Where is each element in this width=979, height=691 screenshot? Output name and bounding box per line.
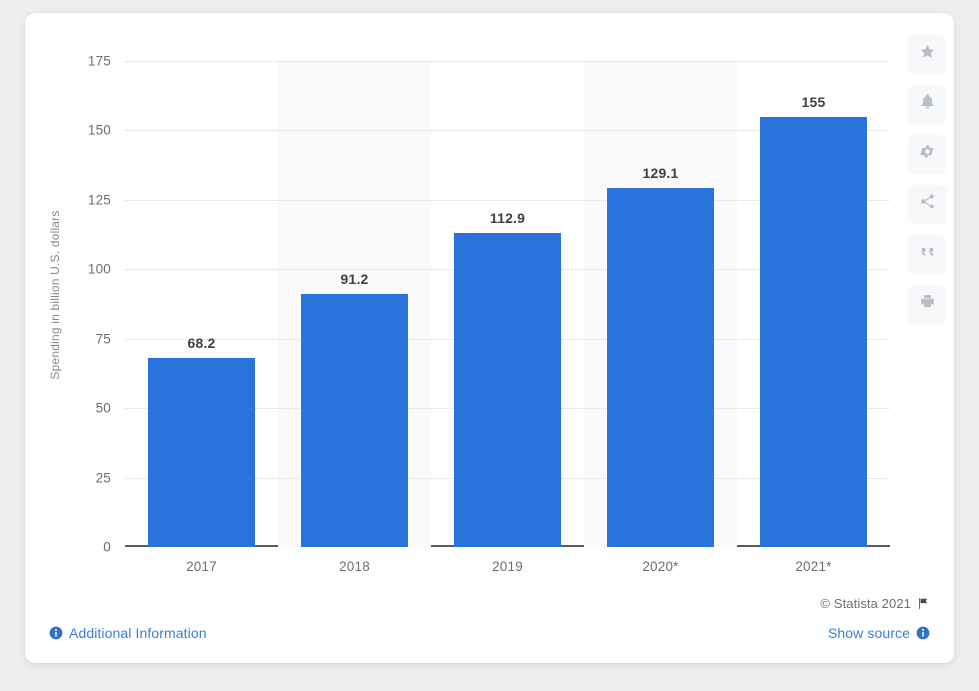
show-source-link[interactable]: Show source xyxy=(828,625,930,641)
bar[interactable] xyxy=(759,116,868,547)
show-source-label: Show source xyxy=(827,625,910,641)
bell-icon xyxy=(919,93,936,115)
y-axis-title: Spending in billion U.S. dollars xyxy=(48,210,62,380)
bar[interactable] xyxy=(606,188,715,547)
bar[interactable] xyxy=(300,293,409,547)
printer-icon xyxy=(919,293,936,315)
x-axis-tick-label: 2019 xyxy=(492,559,523,574)
bar[interactable] xyxy=(453,233,562,547)
gridline xyxy=(125,61,890,62)
y-axis-tick-label: 75 xyxy=(95,331,111,347)
copyright: © Statista 2021 xyxy=(820,596,930,611)
cite-button[interactable] xyxy=(908,235,946,273)
settings-button[interactable] xyxy=(908,135,946,173)
x-axis-tick-label: 2020* xyxy=(642,559,679,574)
bar-value-label: 112.9 xyxy=(489,210,526,227)
y-axis-tick-label: 150 xyxy=(87,122,111,138)
flag-icon xyxy=(917,597,930,610)
bar-value-label: 91.2 xyxy=(340,270,369,287)
y-axis-tick-label: 100 xyxy=(87,261,111,277)
chart-toolbar xyxy=(908,35,946,323)
x-axis-tick-label: 2021* xyxy=(795,559,832,574)
share-button[interactable] xyxy=(908,185,946,223)
favorite-button[interactable] xyxy=(908,35,946,73)
gear-icon xyxy=(919,143,936,165)
bar-chart: Spending in billion U.S. dollars 0 25 50 75… xyxy=(25,13,954,574)
additional-information-link[interactable]: Additional Information xyxy=(49,625,207,641)
y-axis-tick-label: 50 xyxy=(95,400,111,416)
share-icon xyxy=(919,193,936,215)
star-icon xyxy=(919,43,936,65)
bar-value-label: 129.1 xyxy=(642,165,679,182)
bar-value-label: 68.2 xyxy=(187,334,216,351)
copyright-text: © Statista 2021 xyxy=(820,596,911,611)
notifications-button[interactable] xyxy=(908,85,946,123)
plot-area: 0 25 50 75 100 125 150 175 68.2 2017 91.2 2018 112.9… xyxy=(88,54,890,574)
y-axis-tick-label: 125 xyxy=(87,192,111,208)
y-axis-tick-label: 25 xyxy=(95,470,111,486)
info-icon xyxy=(49,626,63,640)
x-axis-tick-label: 2018 xyxy=(339,559,370,574)
chart-card: Spending in billion U.S. dollars 0 25 50 75… xyxy=(25,13,954,663)
bar[interactable] xyxy=(147,357,256,547)
x-axis-tick-label: 2017 xyxy=(186,559,217,574)
quote-icon xyxy=(919,243,936,265)
info-icon xyxy=(916,626,930,640)
bar-value-label: 155 xyxy=(801,93,826,110)
additional-information-label: Additional Information xyxy=(69,625,207,641)
print-button[interactable] xyxy=(908,285,946,323)
y-axis-tick-label: 175 xyxy=(87,53,111,69)
y-axis-tick-label: 0 xyxy=(103,539,111,555)
